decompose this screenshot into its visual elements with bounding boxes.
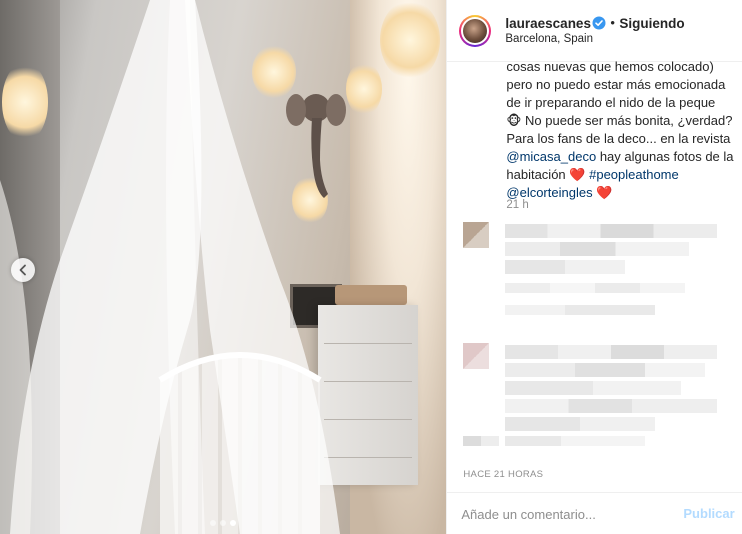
carousel-dot xyxy=(220,520,226,526)
caption-text: No puede ser más bonita, ¿verdad? xyxy=(525,113,733,128)
comment-text-pixelated xyxy=(505,399,718,413)
comment-text-pixelated xyxy=(505,381,682,395)
comment-avatar-pixelated xyxy=(463,222,490,248)
post-timestamp[interactable]: HACE 21 HORAS xyxy=(463,469,543,480)
comment-text-pixelated xyxy=(505,345,718,359)
hashtag-peopleathome[interactable]: #peopleathome xyxy=(589,167,679,182)
caption-line: Para los fans de la deco... en la revist… xyxy=(506,131,731,146)
comment-meta-pixelated xyxy=(463,436,500,446)
comment-input[interactable] xyxy=(461,504,672,524)
comment-meta-pixelated xyxy=(505,283,686,293)
caption-line: 🐵 No puede ser más bonita, ¿verdad? xyxy=(506,112,738,130)
carousel-dot xyxy=(210,520,216,526)
carousel-indicator xyxy=(210,520,236,526)
caption-line: @micasa_deco hay algunas fotos de la xyxy=(506,148,738,166)
comment-meta-pixelated xyxy=(505,436,646,446)
comment-text-pixelated xyxy=(505,224,718,238)
follow-separator: • xyxy=(610,15,615,30)
following-button[interactable]: Siguiendo xyxy=(619,16,684,31)
comment-text-pixelated xyxy=(505,417,656,431)
publish-button[interactable]: Publicar xyxy=(683,506,734,521)
caption-line: habitación ❤️ #peopleathome xyxy=(506,166,738,184)
username-link[interactable]: lauraescanes xyxy=(505,16,591,31)
caption-time[interactable]: 21 h xyxy=(506,199,528,211)
post-side-panel: lauraescanes • Siguiendo Barcelona, Spai… xyxy=(446,0,742,534)
caption-line: pero no puedo estar más emocionada xyxy=(506,77,726,92)
instagram-post: lauraescanes • Siguiendo Barcelona, Spai… xyxy=(0,0,742,534)
comment-text-pixelated xyxy=(505,242,690,256)
heart-emoji: ❤️ xyxy=(596,185,613,200)
caption-text: habitación xyxy=(506,167,566,182)
comment-text-pixelated xyxy=(505,363,706,377)
mention-micasa-deco[interactable]: @micasa_deco xyxy=(506,149,596,164)
verified-badge-icon xyxy=(592,16,606,30)
comment-avatar-pixelated xyxy=(463,343,490,369)
add-comment-section: Publicar xyxy=(447,492,742,534)
post-media-photo[interactable] xyxy=(0,0,447,534)
canopy-veil xyxy=(0,0,340,534)
comment-meta-pixelated xyxy=(505,305,656,315)
chevron-left-icon xyxy=(19,264,26,276)
location-link[interactable]: Barcelona, Spain xyxy=(505,33,593,45)
caption-text: hay algunas fotos de la xyxy=(599,149,734,164)
heart-emoji: ❤️ xyxy=(569,167,586,182)
post-header: lauraescanes • Siguiendo Barcelona, Spai… xyxy=(447,0,742,62)
carousel-dot-active xyxy=(230,520,236,526)
avatar[interactable] xyxy=(459,15,492,47)
comment-text-pixelated xyxy=(505,260,626,274)
caption-line: @elcorteingles ❤️ xyxy=(506,184,738,202)
monkey-emoji: 🐵 xyxy=(506,113,522,128)
caption-line: de ir preparando el nido de la peque xyxy=(506,95,716,110)
caption-line: cosas nuevas que hemos colocado) xyxy=(506,59,714,74)
post-caption: cosas nuevas que hemos colocado) pero no… xyxy=(506,58,738,202)
mention-elcorteingles[interactable]: @elcorteingles xyxy=(506,185,592,200)
carousel-prev-button[interactable] xyxy=(11,258,35,282)
